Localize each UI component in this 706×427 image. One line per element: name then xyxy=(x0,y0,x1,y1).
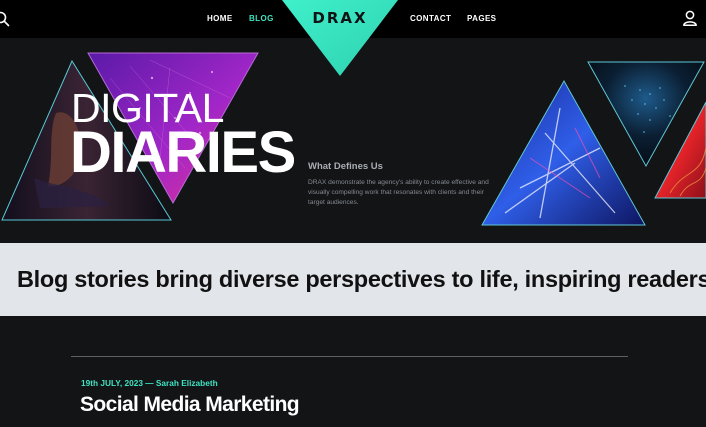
post-section: 19th JULY, 2023 — Sarah Elizabeth Social… xyxy=(0,316,706,427)
section-divider xyxy=(71,356,628,357)
search-icon[interactable] xyxy=(0,11,10,27)
nav-contact-link[interactable]: CONTACT xyxy=(410,14,451,23)
hero-title-line2: DIARIES xyxy=(70,120,296,185)
defines-heading: What Defines Us xyxy=(308,161,383,172)
post-meta: 19th JULY, 2023 — Sarah Elizabeth xyxy=(81,378,218,388)
nav-pages-link[interactable]: PAGES xyxy=(467,14,496,23)
post-title[interactable]: Social Media Marketing xyxy=(80,394,340,415)
user-icon[interactable] xyxy=(682,10,698,26)
nav-blog-link[interactable]: BLOG xyxy=(249,14,274,23)
defines-body-text: DRAX demonstrate the agency's ability to… xyxy=(308,179,489,206)
banner-headline: Blog stories bring diverse perspectives … xyxy=(17,266,706,292)
nav-home-link[interactable]: HOME xyxy=(207,14,233,23)
blog-banner: Blog stories bring diverse perspectives … xyxy=(0,243,706,316)
logo-text[interactable]: DRAX xyxy=(282,9,398,27)
